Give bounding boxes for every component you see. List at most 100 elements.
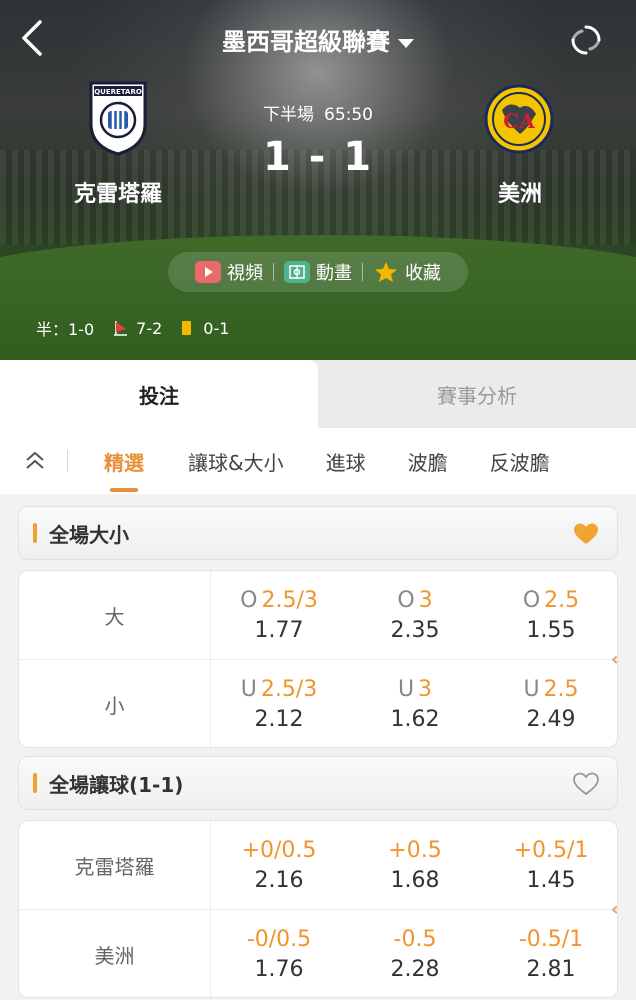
- odds-cell[interactable]: O3 2.35: [347, 571, 483, 660]
- odds-price: 1.45: [526, 867, 576, 893]
- match-clock: 65:50: [324, 105, 373, 125]
- odds-cell[interactable]: +0/0.5 2.16: [211, 821, 347, 910]
- odds-cell[interactable]: +0.5 1.68: [347, 821, 483, 910]
- odds-cell[interactable]: +0.5/1 1.45: [483, 821, 617, 910]
- match-period: 下半場: [263, 105, 314, 125]
- half-time-score-text: 半：1-0: [36, 320, 95, 339]
- odds-table-handicap: 克雷塔羅 +0/0.5 2.16 +0.5 1.68 +0.5/1 1.45 美…: [18, 820, 618, 998]
- away-team-name: 美洲: [497, 182, 542, 207]
- odds-cell[interactable]: -0.5 2.28: [347, 910, 483, 997]
- match-status: 下半場 65:50: [0, 100, 636, 125]
- odds-line: 2.5: [543, 676, 579, 702]
- media-bar: 視頻 動畫 收藏: [168, 252, 468, 292]
- double-chevron-up-icon: [26, 451, 44, 469]
- odds-line: 3: [418, 676, 433, 702]
- tab-match-analysis[interactable]: 賽事分析: [318, 360, 636, 428]
- video-button[interactable]: 視頻: [185, 259, 273, 285]
- accent-bar: [33, 523, 37, 543]
- market-title: 全場大小: [49, 522, 129, 547]
- odds-cell[interactable]: U 2.5/3 2.12: [211, 660, 347, 747]
- odds-line: 2.5/3: [260, 676, 318, 702]
- yellow-card-icon: [182, 321, 192, 335]
- more-odds-arrow-icon[interactable]: ‹‹: [611, 649, 617, 670]
- home-logo-text: QUERETARO: [94, 88, 142, 96]
- odds-prefix: O: [522, 587, 541, 613]
- top-bar: 墨西哥超級聯賽: [0, 0, 636, 80]
- corner-flag-icon: [114, 321, 128, 336]
- tab-correct-score[interactable]: 波膽: [408, 447, 448, 476]
- animation-label: 動畫: [316, 263, 352, 284]
- odds-price: 1.76: [254, 956, 304, 982]
- star-icon: [373, 261, 399, 283]
- odds-cell[interactable]: O 2.5/3 1.77: [211, 571, 347, 660]
- market-header-handicap[interactable]: 全場讓球(1-1): [18, 756, 618, 810]
- odds-prefix: U: [397, 676, 415, 702]
- odds-price: 2.81: [526, 956, 576, 982]
- odds-price: 2.35: [390, 617, 440, 643]
- tab-betting[interactable]: 投注: [0, 360, 318, 428]
- odds-line: +0.5: [388, 837, 442, 863]
- favorite-label: 收藏: [405, 263, 441, 284]
- tab-handicap-over-under[interactable]: 讓球&大小: [188, 447, 284, 476]
- odds-price: 1.77: [254, 617, 304, 643]
- league-name: 墨西哥超級聯賽: [222, 28, 390, 56]
- odds-cell[interactable]: O 2.5 1.55: [483, 571, 617, 660]
- odds-prefix: U: [240, 676, 257, 702]
- market-tabs: 精選 讓球&大小 進球 波膽 反波膽: [0, 428, 636, 494]
- odds-line: -0.5/1: [518, 926, 584, 952]
- animation-icon: [284, 261, 310, 283]
- tab-goals[interactable]: 進球: [326, 447, 366, 476]
- odds-price: 1.68: [390, 867, 440, 893]
- tab-featured[interactable]: 精選: [104, 447, 144, 492]
- odds-row-over: 大 O 2.5/3 1.77 O3 2.35 O 2.5 1.55: [19, 571, 617, 660]
- refresh-button[interactable]: [568, 22, 604, 58]
- row-label: 美洲: [19, 910, 211, 997]
- caret-down-icon: [398, 38, 414, 48]
- main-tabs: 投注 賽事分析: [0, 360, 636, 428]
- video-icon: [195, 261, 221, 283]
- odds-price: 2.28: [390, 956, 440, 982]
- corner-count: 7-2: [136, 318, 163, 338]
- animation-button[interactable]: 動畫: [274, 259, 362, 285]
- odds-prefix: O: [240, 587, 258, 613]
- heart-filled-icon[interactable]: [573, 522, 599, 546]
- odds-line: 3: [418, 587, 433, 613]
- video-label: 視頻: [227, 263, 263, 284]
- favorite-button[interactable]: 收藏: [363, 259, 451, 285]
- match-score: 1 - 1: [262, 134, 374, 180]
- row-label: 克雷塔羅: [19, 821, 211, 910]
- odds-line: -0/0.5: [246, 926, 312, 952]
- odds-price: 1.62: [390, 706, 440, 732]
- row-label: 大: [19, 571, 211, 660]
- odds-cell[interactable]: -0.5/1 2.81: [483, 910, 617, 997]
- yellow-card-stat: 0-1: [182, 319, 229, 338]
- odds-cell[interactable]: U3 1.62: [347, 660, 483, 747]
- odds-price: 1.55: [526, 617, 576, 643]
- odds-line: 2.5: [544, 587, 580, 613]
- league-selector[interactable]: 墨西哥超級聯賽: [0, 22, 636, 57]
- odds-price: 2.16: [254, 867, 304, 893]
- market-header-over-under[interactable]: 全場大小: [18, 506, 618, 560]
- odds-prefix: O: [397, 587, 415, 613]
- tab-anti-correct-score[interactable]: 反波膽: [490, 447, 550, 476]
- match-header: 墨西哥超級聯賽 QUERETARO CA 克雷塔羅 美洲 下半場 65:50 1…: [0, 0, 636, 360]
- heart-outline-icon[interactable]: [573, 772, 599, 796]
- odds-row-away: 美洲 -0/0.5 1.76 -0.5 2.28 -0.5/1 2.81: [19, 910, 617, 997]
- odds-price: 2.49: [526, 706, 576, 732]
- refresh-icon: [571, 25, 601, 55]
- odds-prefix: U: [523, 676, 540, 702]
- odds-line: +0/0.5: [241, 837, 317, 863]
- collapse-button[interactable]: [0, 428, 70, 494]
- corner-stat: 7-2: [114, 319, 162, 338]
- odds-line: +0.5/1: [513, 837, 589, 863]
- market-title: 全場讓球(1-1): [49, 772, 184, 797]
- odds-cell[interactable]: -0/0.5 1.76: [211, 910, 347, 997]
- row-label: 小: [19, 660, 211, 747]
- odds-row-home: 克雷塔羅 +0/0.5 2.16 +0.5 1.68 +0.5/1 1.45: [19, 821, 617, 910]
- odds-line: -0.5: [393, 926, 437, 952]
- odds-price: 2.12: [254, 706, 304, 732]
- more-odds-arrow-icon[interactable]: ‹‹: [611, 899, 617, 920]
- odds-cell[interactable]: U 2.5 2.49: [483, 660, 617, 747]
- odds-table-over-under: 大 O 2.5/3 1.77 O3 2.35 O 2.5 1.55 小 U 2.5/3…: [18, 570, 618, 748]
- accent-bar: [33, 773, 37, 793]
